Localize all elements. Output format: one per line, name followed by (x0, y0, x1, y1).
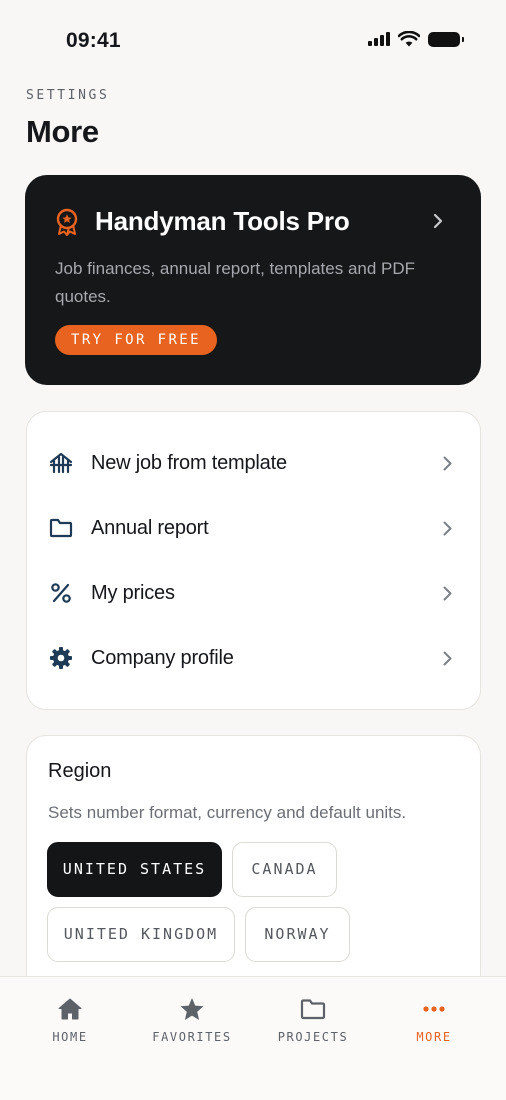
folder-icon (300, 997, 326, 1021)
award-ribbon-icon (56, 208, 78, 236)
region-option-norway[interactable]: NORWAY (245, 907, 350, 962)
bottom-tab-bar: HOME FAVORITES PROJECTS MORE (0, 976, 506, 1100)
star-icon (179, 997, 205, 1021)
pro-upgrade-card[interactable]: Handyman Tools Pro Job finances, annual … (25, 175, 481, 385)
menu-item-new-job-from-template[interactable]: New job from template (27, 433, 482, 493)
status-time: 09:41 (66, 29, 121, 52)
more-dots-icon (421, 997, 447, 1021)
region-option-canada[interactable]: CANADA (232, 842, 337, 897)
tab-projects[interactable]: PROJECTS (253, 977, 373, 1067)
percent-icon (49, 581, 73, 605)
folder-icon (49, 516, 73, 540)
chevron-right-icon (443, 586, 452, 600)
chevron-right-icon (443, 456, 452, 470)
menu-item-label: Annual report (91, 516, 209, 539)
region-card: Region Sets number format, currency and … (26, 735, 481, 995)
promo-description: Job finances, annual report, templates a… (55, 259, 416, 306)
page-header: SETTINGS More (26, 88, 109, 150)
menu-card: New job from template Annual report My p… (26, 411, 481, 710)
tab-home[interactable]: HOME (10, 977, 130, 1067)
gear-icon (49, 646, 73, 670)
chevron-right-icon (443, 651, 452, 665)
tab-label: FAVORITES (152, 1030, 232, 1044)
template-house-icon (49, 451, 73, 475)
region-option-united-kingdom[interactable]: UNITED KINGDOM (47, 907, 235, 962)
promo-title: Handyman Tools Pro (95, 206, 350, 236)
region-title: Region (48, 760, 112, 782)
tab-label: MORE (416, 1030, 452, 1044)
menu-item-label: My prices (91, 581, 175, 604)
try-for-free-button[interactable]: TRY FOR FREE (55, 325, 217, 355)
battery-icon (428, 31, 464, 47)
menu-item-label: Company profile (91, 646, 234, 669)
home-icon (57, 997, 83, 1021)
tab-label: PROJECTS (277, 1030, 349, 1044)
tab-favorites[interactable]: FAVORITES (132, 977, 252, 1067)
menu-item-my-prices[interactable]: My prices (27, 563, 482, 623)
chevron-right-icon (443, 521, 452, 535)
menu-item-company-profile[interactable]: Company profile (27, 628, 482, 688)
wifi-icon (398, 31, 420, 47)
status-icons (368, 31, 464, 47)
menu-item-annual-report[interactable]: Annual report (27, 498, 482, 558)
chevron-right-icon (433, 213, 443, 229)
cellular-signal-icon (368, 32, 390, 46)
status-bar: 09:41 (0, 0, 506, 82)
menu-item-label: New job from template (91, 451, 287, 474)
page-eyebrow: SETTINGS (26, 88, 110, 103)
region-description: Sets number format, currency and default… (48, 803, 407, 822)
tab-label: HOME (52, 1030, 88, 1044)
tab-more[interactable]: MORE (374, 977, 494, 1067)
page-title: More (26, 114, 99, 149)
region-option-united-states[interactable]: UNITED STATES (47, 842, 222, 897)
